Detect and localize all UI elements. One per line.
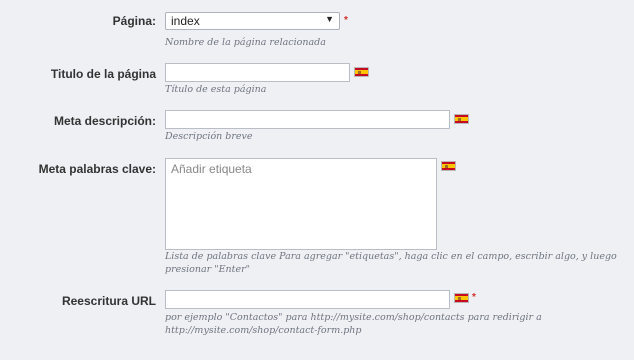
spain-flag-icon[interactable] [354,67,369,77]
meta-keywords-help-line2: presionar "Enter" [165,264,250,275]
flag-crest [445,165,448,168]
meta-description-help-text: Descripción breve [165,131,253,142]
title-input[interactable] [165,63,350,82]
page-label: Página: [112,14,156,28]
page-select-value: index [171,14,200,28]
url-rewrite-help-line1: por ejemplo "Contactos" para http://mysi… [165,312,542,323]
url-rewrite-label: Reescritura URL [61,294,156,308]
spain-flag-icon[interactable] [454,293,469,303]
spain-flag-icon[interactable] [441,161,456,171]
required-asterisk: * [472,292,476,303]
flag-crest [358,71,361,74]
flag-crest [458,297,461,300]
page-help-text: Nombre de la página relacionada [165,37,326,48]
meta-keywords-tag-input[interactable]: Añadir etiqueta [165,158,437,250]
meta-description-label: Meta descripción: [53,114,156,128]
flag-crest [458,118,461,121]
dropdown-arrow-icon: ▼ [325,14,334,24]
title-label: Titulo de la página [50,67,156,81]
meta-description-input[interactable] [165,110,450,129]
page-select[interactable]: index ▼ [165,12,340,30]
spain-flag-icon[interactable] [454,114,469,124]
required-asterisk: * [344,15,348,26]
url-rewrite-input[interactable] [165,290,450,309]
tag-placeholder: Añadir etiqueta [171,162,252,176]
title-help-text: Título de esta página [165,84,267,95]
meta-keywords-label: Meta palabras clave: [38,162,156,176]
url-rewrite-help-line2: http://mysite.com/shop/contact-form.php [165,325,362,336]
meta-keywords-help-line1: Lista de palabras clave Para agregar "et… [165,251,617,262]
